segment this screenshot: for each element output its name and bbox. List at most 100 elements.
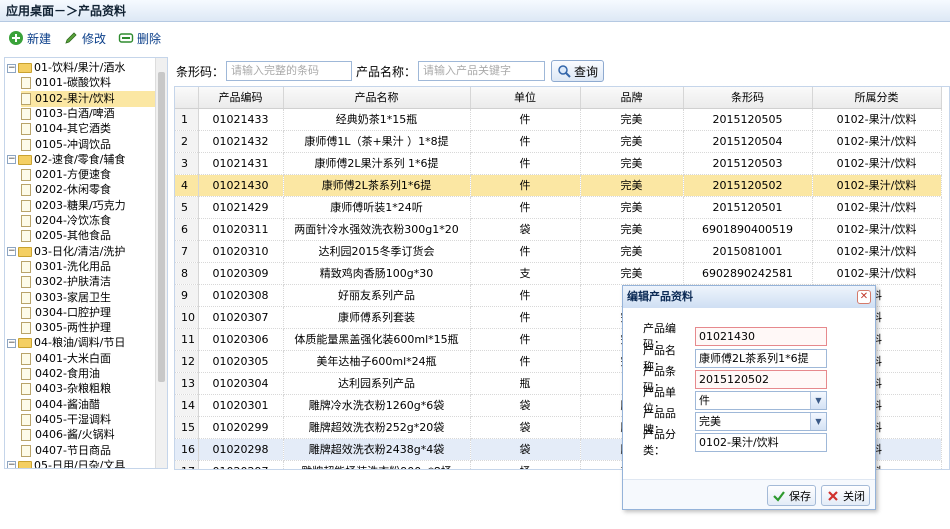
table-cell: 袋 (470, 438, 581, 461)
tree-node-label: 0103-白酒/啤酒 (35, 106, 115, 120)
tree-folder-node[interactable]: − 02-速食/零食/辅食 (7, 152, 155, 168)
folder-icon (18, 246, 32, 257)
collapse-icon[interactable]: − (7, 63, 16, 73)
table-cell: 支 (470, 262, 581, 285)
tree-leaf-node[interactable]: 0406-酱/火锅料 (21, 427, 155, 443)
chevron-down-icon[interactable]: ▼ (810, 391, 826, 409)
chevron-down-icon[interactable]: ▼ (810, 412, 826, 430)
document-icon (21, 123, 31, 136)
tree-leaf-node[interactable]: 0101-碳酸饮料 (21, 75, 155, 91)
document-icon (21, 138, 31, 151)
category-tree[interactable]: − 01-饮料/果汁/酒水 0101-碳酸饮料 0102-果汁/饮料 0103-白酒/啤… (4, 57, 168, 469)
unit-select[interactable]: 件 ▼ (695, 390, 827, 410)
search-button[interactable]: 查询 (551, 60, 605, 82)
table-cell: 01021432 (198, 130, 284, 153)
tree-scrollbar[interactable] (155, 58, 167, 468)
document-icon (21, 383, 31, 396)
tree-leaf-node[interactable]: 0205-其他食品 (21, 228, 155, 244)
table-cell: 0102-果汁/饮料 (812, 108, 942, 131)
save-button[interactable]: 保存 (767, 485, 816, 506)
tree-leaf-node[interactable]: 0404-酱油醋 (21, 397, 155, 413)
edit-button[interactable]: 修改 (63, 30, 106, 47)
collapse-icon[interactable]: − (7, 461, 16, 468)
page-title: 应用桌面－＞产品资料 (0, 0, 950, 22)
column-header[interactable]: 产品名称 (283, 87, 471, 109)
table-cell: 康师傅2L果汁系列 1*6提 (283, 152, 471, 175)
row-number: 12 (175, 350, 199, 373)
table-cell: 袋 (470, 394, 581, 417)
table-row[interactable]: 2 01021432 康师傅1L（茶+果汁 ）1*8提件完美 2015120504 01… (175, 130, 942, 153)
table-row[interactable]: 1 01021433 经典奶茶1*15瓶件完美 2015120505 0102-果汁/饮… (175, 108, 942, 131)
close-button[interactable]: 关闭 (821, 485, 870, 506)
tree-leaf-node[interactable]: 0102-果汁/饮料 (21, 90, 155, 107)
product-name-search-input[interactable]: 请输入产品关键字 (418, 61, 546, 81)
barcode-field[interactable]: 2015120502 (695, 369, 827, 389)
column-header[interactable]: 产品编码 (198, 87, 284, 109)
tree-leaf-node[interactable]: 0407-节日商品 (21, 443, 155, 459)
document-icon (21, 429, 31, 442)
row-number: 17 (175, 460, 199, 469)
tree-leaf-node[interactable]: 0201-方便速食 (21, 167, 155, 183)
tree-leaf-node[interactable]: 0405-干湿调料 (21, 412, 155, 428)
tree-folder-node[interactable]: − 05-日用/日杂/文具 (7, 458, 155, 468)
code-field[interactable]: 01021430 (695, 326, 827, 346)
table-cell: 完美 (580, 240, 684, 263)
table-cell: 01020301 (198, 394, 284, 417)
tree-leaf-node[interactable]: 0301-洗化用品 (21, 259, 155, 275)
collapse-icon[interactable]: − (7, 155, 16, 165)
tree-leaf-node[interactable]: 0105-冲调饮品 (21, 137, 155, 153)
table-cell: 经典奶茶1*15瓶 (283, 108, 471, 131)
row-number: 10 (175, 306, 199, 329)
name-field[interactable]: 康师傅2L茶系列1*6提 (695, 348, 827, 368)
tree-leaf-node[interactable]: 0303-家居卫生 (21, 290, 155, 306)
delete-button[interactable]: 删除 (118, 30, 161, 47)
tree-folder-node[interactable]: − 03-日化/清洁/洗护 (7, 244, 155, 260)
table-row[interactable]: 6 01020311 两面针冷水强效洗衣粉300g1*20 袋完美 6901890400… (175, 218, 942, 241)
column-header[interactable]: 条形码 (683, 87, 813, 109)
folder-icon (18, 63, 32, 73)
table-row[interactable]: 4 01021430 康师傅2L茶系列1*6提件完美 2015120502 0102-果… (175, 174, 942, 197)
tree-folder-node[interactable]: − 04-粮油/调料/节日 (7, 335, 155, 351)
delete-icon (118, 30, 134, 46)
table-cell: 康师傅听装1*24听 (283, 196, 471, 219)
close-icon (826, 489, 840, 503)
column-header[interactable]: 单位 (470, 87, 581, 109)
column-header[interactable]: 所属分类 (812, 87, 942, 109)
tree-node-label: 0203-糖果/巧克力 (35, 198, 126, 212)
tree-leaf-node[interactable]: 0203-糖果/巧克力 (21, 198, 155, 214)
tree-node-label: 0201-方便速食 (35, 168, 111, 182)
table-cell: 0102-果汁/饮料 (812, 196, 942, 219)
dialog-close-icon[interactable]: ✕ (857, 290, 871, 304)
table-cell: 瓶 (470, 372, 581, 395)
tree-leaf-node[interactable]: 0304-口腔护理 (21, 305, 155, 321)
tree-folder-node[interactable]: − 01-饮料/果汁/酒水 (7, 60, 155, 76)
barcode-search-input[interactable]: 请输入完整的条码 (226, 61, 353, 81)
tree-leaf-node[interactable]: 0104-其它酒类 (21, 121, 155, 137)
collapse-icon[interactable]: − (7, 247, 16, 257)
brand-select[interactable]: 完美 ▼ (695, 411, 827, 431)
tree-leaf-node[interactable]: 0103-白酒/啤酒 (21, 106, 155, 122)
table-row[interactable]: 5 01021429 康师傅听装1*24听件完美 2015120501 0102-果汁/… (175, 196, 942, 219)
new-button[interactable]: 新建 (8, 30, 51, 47)
tree-leaf-node[interactable]: 0403-杂粮粗粮 (21, 381, 155, 397)
tree-scroll-thumb[interactable] (158, 72, 165, 382)
table-cell: 袋 (470, 416, 581, 439)
tree-leaf-node[interactable]: 0401-大米白面 (21, 351, 155, 367)
table-row[interactable]: 8 01020309 精致鸡肉香肠100g*30 支完美 6902890242581 01… (175, 262, 942, 285)
document-icon (21, 92, 31, 105)
category-field[interactable]: 0102-果汁/饮料 (695, 432, 827, 452)
table-row[interactable]: 7 01020310 达利园2015冬季订货会件完美 2015081001 0102-果… (175, 240, 942, 263)
tree-leaf-node[interactable]: 0204-冷饮冻食 (21, 213, 155, 229)
column-header[interactable]: 品牌 (580, 87, 684, 109)
table-cell: 01020307 (198, 306, 284, 329)
tree-leaf-node[interactable]: 0305-两性护理 (21, 320, 155, 336)
collapse-icon[interactable]: − (7, 338, 16, 348)
tree-node-label: 0406-酱/火锅料 (35, 428, 115, 442)
tree-leaf-node[interactable]: 0302-护肤清洁 (21, 274, 155, 290)
table-row[interactable]: 3 01021431 康师傅2L果汁系列 1*6提件完美 2015120503 0102… (175, 152, 942, 175)
dialog-title: 编辑产品资料 (627, 290, 693, 303)
tree-node-label: 0404-酱油醋 (35, 397, 100, 411)
tree-leaf-node[interactable]: 0402-食用油 (21, 366, 155, 382)
search-icon (557, 64, 571, 78)
tree-leaf-node[interactable]: 0202-休闲零食 (21, 182, 155, 198)
